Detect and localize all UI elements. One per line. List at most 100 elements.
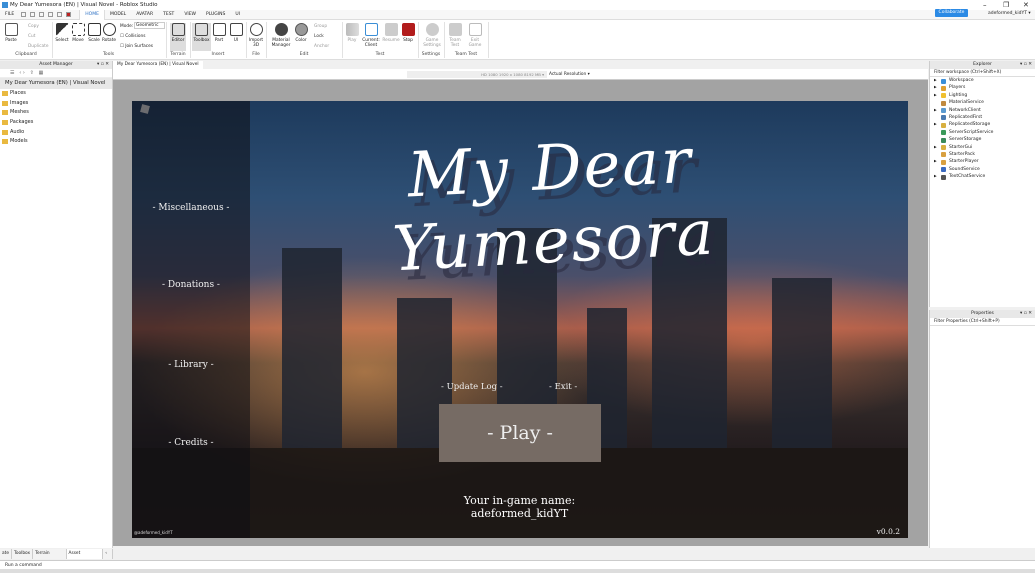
explorer-item[interactable]: ▶ TextChatService	[930, 173, 1035, 180]
import-3d-button[interactable]: Import 3D	[248, 23, 264, 48]
scale-button[interactable]: Scale	[86, 23, 102, 43]
game-settings-button[interactable]: Game Settings	[421, 23, 443, 48]
tab-test[interactable]: TEST	[158, 10, 179, 20]
resolution-dropdown[interactable]: Actual Resolution ▾	[549, 71, 590, 78]
minimize-button[interactable]: –	[983, 0, 987, 10]
toolbox-button[interactable]: Toolbox	[192, 23, 211, 51]
asset-folder-models[interactable]: Models	[0, 137, 112, 147]
bottom-tab-asset-manager[interactable]: Asset Manager	[66, 549, 104, 566]
library-button[interactable]: - Library -	[132, 360, 250, 370]
explorer-item[interactable]: ServerStorage	[930, 136, 1035, 143]
explorer-item[interactable]: ReplicatedFirst	[930, 114, 1035, 121]
explorer-item[interactable]: ▶ Workspace	[930, 77, 1035, 84]
asset-folder-meshes[interactable]: Meshes	[0, 108, 112, 118]
ui-button[interactable]: UI	[229, 23, 243, 43]
select-button[interactable]: Select	[54, 23, 70, 43]
terrain-editor-button[interactable]: Editor	[170, 23, 186, 51]
resume-button[interactable]: Resume	[382, 23, 400, 43]
panel-controls[interactable]: ▾ ▫ ✕	[1020, 310, 1032, 318]
play-button[interactable]: Play	[345, 23, 359, 43]
expand-arrow-icon[interactable]: ▶	[934, 77, 937, 84]
explorer-filter-input[interactable]: Filter workspace (Ctrl+Shift+X)	[930, 69, 1035, 77]
anchor-button[interactable]: Anchor	[314, 44, 329, 49]
expand-arrow-icon[interactable]: ▶	[934, 158, 937, 165]
join-surfaces-checkbox[interactable]: ☐ Join Surfaces	[120, 44, 153, 49]
upload-icon[interactable]: ⇪	[30, 70, 34, 76]
stop-button[interactable]: Stop	[401, 23, 415, 43]
rotate-button[interactable]: Rotate	[101, 23, 117, 43]
tab-avatar[interactable]: AVATAR	[131, 10, 158, 20]
part-button[interactable]: Part	[212, 23, 226, 43]
panel-controls[interactable]: ▾ ▫ ✕	[1020, 61, 1032, 69]
play-button[interactable]: - Play -	[439, 404, 601, 462]
explorer-item[interactable]: MaterialService	[930, 99, 1035, 106]
explorer-item[interactable]: ▶ Lighting	[930, 92, 1035, 99]
grid-icon[interactable]: ▦	[39, 70, 44, 76]
collaborate-button[interactable]: Collaborate	[935, 9, 968, 17]
stop-icon[interactable]	[66, 12, 72, 17]
expand-arrow-icon[interactable]: ▶	[934, 92, 937, 99]
duplicate-button[interactable]: Duplicate	[28, 44, 48, 49]
back-icon[interactable]: ‹	[19, 70, 21, 76]
expand-arrow-icon[interactable]: ▶	[934, 107, 937, 114]
asset-folder-audio[interactable]: Audio	[0, 128, 112, 138]
group-button[interactable]: Group	[314, 24, 327, 29]
close-button[interactable]: ✕	[1023, 0, 1029, 10]
bottom-tab-terrain-editor[interactable]: Terrain Editor	[33, 549, 67, 566]
update-log-button[interactable]: - Update Log -	[441, 382, 503, 392]
exit-game-button[interactable]: Exit Game	[467, 23, 483, 48]
exit-button[interactable]: - Exit -	[549, 382, 577, 392]
tab-ui[interactable]: UI	[230, 10, 245, 20]
explorer-item[interactable]: StarterPack	[930, 151, 1035, 158]
tab-plugins[interactable]: PLUGINS	[201, 10, 230, 20]
paste-button[interactable]: Paste	[3, 23, 19, 43]
bottom-tab-partial[interactable]: ate	[0, 549, 12, 559]
redo-icon[interactable]	[57, 12, 63, 17]
bottom-tab-toolbox[interactable]: Toolbox	[12, 549, 34, 559]
tab-view[interactable]: VIEW	[179, 10, 201, 20]
explorer-item[interactable]: ▶ NetworkClient	[930, 107, 1035, 114]
tab-model[interactable]: MODEL	[105, 10, 131, 20]
user-menu[interactable]: adeformed_kidYT ▾	[988, 10, 1031, 18]
expand-arrow-icon[interactable]: ▶	[934, 84, 937, 91]
asset-folder-places[interactable]: Places	[0, 89, 112, 99]
forward-icon[interactable]: ›	[23, 70, 25, 76]
device-dropdown[interactable]: HD 1080 1920 x 1080 8192 MB ▾	[407, 71, 547, 78]
maximize-button[interactable]: ❐	[1003, 0, 1009, 10]
tab-scroll-icon[interactable]: ‹ ›	[103, 549, 113, 566]
miscellaneous-button[interactable]: - Miscellaneous -	[132, 203, 250, 213]
properties-filter-input[interactable]: Filter Properties (Ctrl+Shift+P)	[930, 318, 1035, 326]
lock-button[interactable]: Lock	[314, 34, 324, 39]
asset-folder-images[interactable]: Images	[0, 99, 112, 109]
expand-arrow-icon[interactable]: ▶	[934, 173, 937, 180]
open-icon[interactable]	[30, 12, 36, 17]
expand-arrow-icon[interactable]: ▶	[934, 121, 937, 128]
current-client-button[interactable]: Current: Client	[361, 23, 381, 48]
save-icon[interactable]	[39, 12, 45, 17]
expand-arrow-icon[interactable]: ▶	[934, 144, 937, 151]
material-manager-button[interactable]: Material Manager	[270, 23, 292, 48]
panel-controls[interactable]: ▾ ▫ ✕	[97, 61, 109, 69]
explorer-item[interactable]: ▶ Players	[930, 84, 1035, 91]
team-test-button[interactable]: Team Test	[447, 23, 463, 48]
asset-folder-packages[interactable]: Packages	[0, 118, 112, 128]
explorer-item[interactable]: SoundService	[930, 166, 1035, 173]
command-bar-input[interactable]: Run a command	[0, 560, 1035, 569]
explorer-item[interactable]: ▶ ReplicatedStorage	[930, 121, 1035, 128]
move-button[interactable]: Move	[70, 23, 86, 43]
collisions-checkbox[interactable]: ☐ Collisions	[120, 34, 145, 39]
credits-button[interactable]: - Credits -	[132, 438, 250, 448]
explorer-item[interactable]: ▶ StarterGui	[930, 144, 1035, 151]
explorer-item[interactable]: ▶ StarterPlayer	[930, 158, 1035, 165]
copy-button[interactable]: Copy	[28, 24, 39, 29]
tab-home[interactable]: HOME	[79, 9, 105, 20]
explorer-item[interactable]: ServerScriptService	[930, 129, 1035, 136]
document-tab[interactable]: My Dear Yumesora (EN) | Visual Novel ✕	[113, 61, 203, 75]
game-screen[interactable]: - Miscellaneous - - Donations - - Librar…	[132, 101, 908, 538]
new-icon[interactable]	[21, 12, 27, 17]
file-menu[interactable]: FILE	[0, 10, 19, 20]
donations-button[interactable]: - Donations -	[132, 280, 250, 290]
undo-icon[interactable]	[48, 12, 54, 17]
mode-dropdown[interactable]: Geometric	[134, 22, 166, 29]
cut-button[interactable]: Cut	[28, 34, 35, 39]
